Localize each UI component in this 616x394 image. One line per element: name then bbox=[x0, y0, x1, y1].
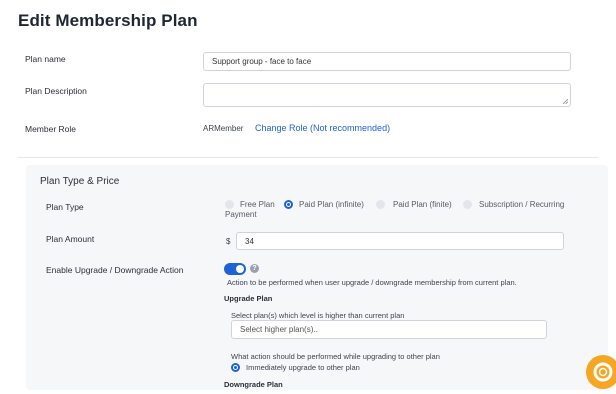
floating-help-button[interactable] bbox=[586, 355, 616, 389]
upgrade-downgrade-toggle[interactable] bbox=[224, 263, 246, 275]
radio-paid-finite[interactable] bbox=[376, 200, 385, 209]
paid-infinite-label: Paid Plan (infinite) bbox=[299, 200, 364, 209]
member-role-value: ARMember bbox=[203, 124, 244, 133]
plan-amount-value: 34 bbox=[245, 236, 254, 246]
currency-symbol: $ bbox=[226, 237, 231, 246]
upgrade-action-question: What action should be performed while up… bbox=[231, 352, 440, 361]
section-divider bbox=[18, 157, 598, 158]
upgrade-plan-select-label: Select plan(s) which level is higher tha… bbox=[231, 311, 405, 320]
downgrade-plan-heading: Downgrade Plan bbox=[224, 380, 283, 389]
plan-description-label: Plan Description bbox=[25, 86, 87, 96]
plan-type-option-paid-infinite[interactable]: Paid Plan (infinite) bbox=[284, 200, 364, 209]
plan-type-option-paid-finite[interactable]: Paid Plan (finite) bbox=[376, 200, 452, 209]
plan-type-price-title: Plan Type & Price bbox=[40, 176, 120, 187]
question-circle-icon[interactable]: ? bbox=[250, 264, 259, 273]
subscription-label: Subscription / Recurring bbox=[479, 200, 565, 209]
plan-name-value: Support group - face to face bbox=[212, 57, 312, 66]
upgrade-plan-select[interactable]: Select higher plan(s).. bbox=[231, 320, 547, 339]
change-role-link[interactable]: Change Role (Not recommended) bbox=[255, 123, 390, 133]
upgrade-downgrade-description: Action to be performed when user upgrade… bbox=[227, 278, 517, 287]
plan-amount-input[interactable]: 34 bbox=[236, 232, 564, 250]
plan-name-input[interactable]: Support group - face to face bbox=[203, 52, 571, 71]
upgrade-downgrade-label: Enable Upgrade / Downgrade Action bbox=[46, 265, 184, 275]
upgrade-plan-heading: Upgrade Plan bbox=[224, 294, 273, 303]
resize-handle-icon[interactable] bbox=[562, 98, 568, 104]
radio-free-plan[interactable] bbox=[225, 200, 234, 209]
support-icon bbox=[593, 362, 613, 382]
radio-subscription[interactable] bbox=[463, 200, 472, 209]
plan-name-label: Plan name bbox=[25, 54, 66, 64]
plan-type-option-free[interactable]: Free Plan bbox=[225, 200, 275, 209]
radio-paid-infinite[interactable] bbox=[284, 200, 293, 209]
paid-finite-label: Paid Plan (finite) bbox=[393, 200, 452, 209]
plan-amount-label: Plan Amount bbox=[46, 234, 95, 244]
free-plan-label: Free Plan bbox=[240, 200, 275, 209]
upgrade-action-option[interactable]: Immediately upgrade to other plan bbox=[231, 363, 360, 372]
member-role-label: Member Role bbox=[25, 124, 77, 134]
plan-description-textarea[interactable] bbox=[203, 83, 571, 107]
immediately-upgrade-label: Immediately upgrade to other plan bbox=[246, 363, 360, 372]
plan-type-option-subscription[interactable]: Subscription / Recurring bbox=[463, 200, 564, 209]
radio-immediately-upgrade[interactable] bbox=[231, 363, 240, 372]
page-title: Edit Membership Plan bbox=[18, 11, 198, 30]
upgrade-plan-placeholder: Select higher plan(s).. bbox=[240, 325, 318, 334]
plan-type-label: Plan Type bbox=[46, 202, 84, 212]
subscription-label-line2: Payment bbox=[225, 210, 257, 219]
